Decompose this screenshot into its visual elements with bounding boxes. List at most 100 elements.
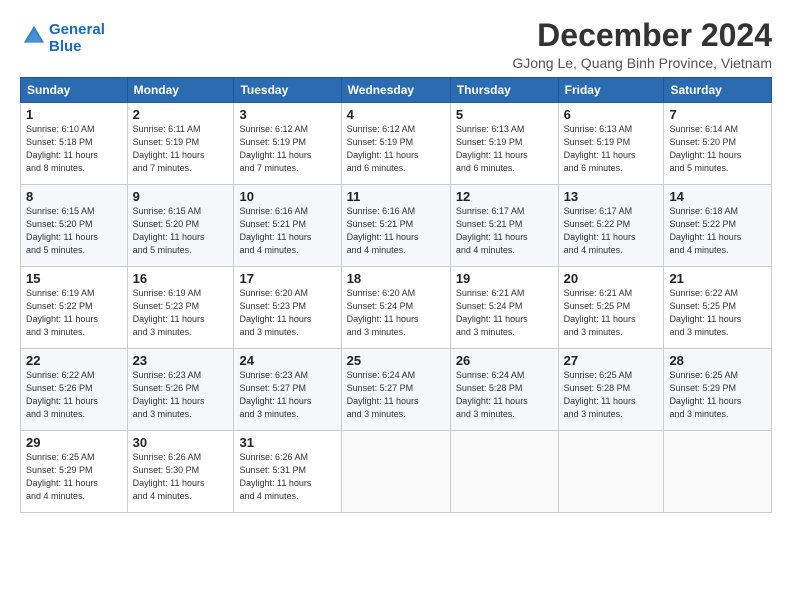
day-number: 3 xyxy=(239,107,335,122)
day-info: Sunrise: 6:17 AM Sunset: 5:21 PM Dayligh… xyxy=(456,205,553,257)
day-info: Sunrise: 6:20 AM Sunset: 5:24 PM Dayligh… xyxy=(347,287,445,339)
calendar-cell: 7Sunrise: 6:14 AM Sunset: 5:20 PM Daylig… xyxy=(664,103,772,185)
day-number: 23 xyxy=(133,353,229,368)
day-number: 15 xyxy=(26,271,122,286)
day-info: Sunrise: 6:14 AM Sunset: 5:20 PM Dayligh… xyxy=(669,123,766,175)
day-info: Sunrise: 6:24 AM Sunset: 5:28 PM Dayligh… xyxy=(456,369,553,421)
calendar-cell: 6Sunrise: 6:13 AM Sunset: 5:19 PM Daylig… xyxy=(558,103,664,185)
calendar-cell: 3Sunrise: 6:12 AM Sunset: 5:19 PM Daylig… xyxy=(234,103,341,185)
day-info: Sunrise: 6:24 AM Sunset: 5:27 PM Dayligh… xyxy=(347,369,445,421)
calendar-cell: 2Sunrise: 6:11 AM Sunset: 5:19 PM Daylig… xyxy=(127,103,234,185)
day-info: Sunrise: 6:16 AM Sunset: 5:21 PM Dayligh… xyxy=(347,205,445,257)
calendar-cell: 25Sunrise: 6:24 AM Sunset: 5:27 PM Dayli… xyxy=(341,349,450,431)
calendar-week-3: 15Sunrise: 6:19 AM Sunset: 5:22 PM Dayli… xyxy=(21,267,772,349)
day-number: 31 xyxy=(239,435,335,450)
day-number: 16 xyxy=(133,271,229,286)
day-info: Sunrise: 6:13 AM Sunset: 5:19 PM Dayligh… xyxy=(564,123,659,175)
calendar-cell: 1Sunrise: 6:10 AM Sunset: 5:18 PM Daylig… xyxy=(21,103,128,185)
calendar-cell: 9Sunrise: 6:15 AM Sunset: 5:20 PM Daylig… xyxy=(127,185,234,267)
calendar-cell: 4Sunrise: 6:12 AM Sunset: 5:19 PM Daylig… xyxy=(341,103,450,185)
day-number: 9 xyxy=(133,189,229,204)
day-number: 18 xyxy=(347,271,445,286)
calendar-table: SundayMondayTuesdayWednesdayThursdayFrid… xyxy=(20,77,772,513)
calendar-cell: 31Sunrise: 6:26 AM Sunset: 5:31 PM Dayli… xyxy=(234,431,341,513)
day-info: Sunrise: 6:21 AM Sunset: 5:24 PM Dayligh… xyxy=(456,287,553,339)
header-saturday: Saturday xyxy=(664,78,772,103)
calendar-week-4: 22Sunrise: 6:22 AM Sunset: 5:26 PM Dayli… xyxy=(21,349,772,431)
calendar-cell: 29Sunrise: 6:25 AM Sunset: 5:29 PM Dayli… xyxy=(21,431,128,513)
day-info: Sunrise: 6:17 AM Sunset: 5:22 PM Dayligh… xyxy=(564,205,659,257)
day-number: 19 xyxy=(456,271,553,286)
calendar-cell: 8Sunrise: 6:15 AM Sunset: 5:20 PM Daylig… xyxy=(21,185,128,267)
day-info: Sunrise: 6:23 AM Sunset: 5:26 PM Dayligh… xyxy=(133,369,229,421)
day-info: Sunrise: 6:15 AM Sunset: 5:20 PM Dayligh… xyxy=(133,205,229,257)
day-number: 7 xyxy=(669,107,766,122)
page-subtitle: GJong Le, Quang Binh Province, Vietnam xyxy=(512,55,772,71)
logo-line2: Blue xyxy=(49,39,105,56)
calendar-cell: 22Sunrise: 6:22 AM Sunset: 5:26 PM Dayli… xyxy=(21,349,128,431)
day-number: 22 xyxy=(26,353,122,368)
calendar-cell: 15Sunrise: 6:19 AM Sunset: 5:22 PM Dayli… xyxy=(21,267,128,349)
calendar-cell: 12Sunrise: 6:17 AM Sunset: 5:21 PM Dayli… xyxy=(450,185,558,267)
day-number: 14 xyxy=(669,189,766,204)
day-number: 2 xyxy=(133,107,229,122)
day-number: 1 xyxy=(26,107,122,122)
day-info: Sunrise: 6:22 AM Sunset: 5:25 PM Dayligh… xyxy=(669,287,766,339)
calendar-week-1: 1Sunrise: 6:10 AM Sunset: 5:18 PM Daylig… xyxy=(21,103,772,185)
day-number: 8 xyxy=(26,189,122,204)
calendar-cell xyxy=(664,431,772,513)
calendar-cell: 30Sunrise: 6:26 AM Sunset: 5:30 PM Dayli… xyxy=(127,431,234,513)
day-info: Sunrise: 6:12 AM Sunset: 5:19 PM Dayligh… xyxy=(347,123,445,175)
header: General Blue December 2024 GJong Le, Qua… xyxy=(20,18,772,71)
title-area: December 2024 GJong Le, Quang Binh Provi… xyxy=(512,18,772,71)
header-monday: Monday xyxy=(127,78,234,103)
day-info: Sunrise: 6:19 AM Sunset: 5:22 PM Dayligh… xyxy=(26,287,122,339)
day-info: Sunrise: 6:25 AM Sunset: 5:29 PM Dayligh… xyxy=(669,369,766,421)
calendar-cell: 10Sunrise: 6:16 AM Sunset: 5:21 PM Dayli… xyxy=(234,185,341,267)
day-info: Sunrise: 6:16 AM Sunset: 5:21 PM Dayligh… xyxy=(239,205,335,257)
day-info: Sunrise: 6:13 AM Sunset: 5:19 PM Dayligh… xyxy=(456,123,553,175)
calendar-cell: 19Sunrise: 6:21 AM Sunset: 5:24 PM Dayli… xyxy=(450,267,558,349)
day-number: 12 xyxy=(456,189,553,204)
calendar-cell: 14Sunrise: 6:18 AM Sunset: 5:22 PM Dayli… xyxy=(664,185,772,267)
calendar-cell: 13Sunrise: 6:17 AM Sunset: 5:22 PM Dayli… xyxy=(558,185,664,267)
calendar-cell: 21Sunrise: 6:22 AM Sunset: 5:25 PM Dayli… xyxy=(664,267,772,349)
calendar-cell: 27Sunrise: 6:25 AM Sunset: 5:28 PM Dayli… xyxy=(558,349,664,431)
calendar-header-row: SundayMondayTuesdayWednesdayThursdayFrid… xyxy=(21,78,772,103)
day-number: 11 xyxy=(347,189,445,204)
day-number: 13 xyxy=(564,189,659,204)
day-info: Sunrise: 6:18 AM Sunset: 5:22 PM Dayligh… xyxy=(669,205,766,257)
day-number: 4 xyxy=(347,107,445,122)
calendar-cell: 11Sunrise: 6:16 AM Sunset: 5:21 PM Dayli… xyxy=(341,185,450,267)
day-number: 27 xyxy=(564,353,659,368)
calendar-cell xyxy=(450,431,558,513)
day-info: Sunrise: 6:25 AM Sunset: 5:29 PM Dayligh… xyxy=(26,451,122,503)
day-info: Sunrise: 6:12 AM Sunset: 5:19 PM Dayligh… xyxy=(239,123,335,175)
day-info: Sunrise: 6:26 AM Sunset: 5:30 PM Dayligh… xyxy=(133,451,229,503)
calendar-cell: 17Sunrise: 6:20 AM Sunset: 5:23 PM Dayli… xyxy=(234,267,341,349)
day-number: 5 xyxy=(456,107,553,122)
calendar-cell: 26Sunrise: 6:24 AM Sunset: 5:28 PM Dayli… xyxy=(450,349,558,431)
day-info: Sunrise: 6:20 AM Sunset: 5:23 PM Dayligh… xyxy=(239,287,335,339)
day-info: Sunrise: 6:19 AM Sunset: 5:23 PM Dayligh… xyxy=(133,287,229,339)
day-info: Sunrise: 6:10 AM Sunset: 5:18 PM Dayligh… xyxy=(26,123,122,175)
calendar-cell: 28Sunrise: 6:25 AM Sunset: 5:29 PM Dayli… xyxy=(664,349,772,431)
day-number: 6 xyxy=(564,107,659,122)
calendar-cell: 18Sunrise: 6:20 AM Sunset: 5:24 PM Dayli… xyxy=(341,267,450,349)
header-wednesday: Wednesday xyxy=(341,78,450,103)
day-number: 28 xyxy=(669,353,766,368)
calendar-cell: 5Sunrise: 6:13 AM Sunset: 5:19 PM Daylig… xyxy=(450,103,558,185)
calendar-cell: 23Sunrise: 6:23 AM Sunset: 5:26 PM Dayli… xyxy=(127,349,234,431)
day-number: 10 xyxy=(239,189,335,204)
logo-line1: General xyxy=(49,22,105,39)
calendar-cell: 20Sunrise: 6:21 AM Sunset: 5:25 PM Dayli… xyxy=(558,267,664,349)
day-info: Sunrise: 6:11 AM Sunset: 5:19 PM Dayligh… xyxy=(133,123,229,175)
calendar-cell xyxy=(341,431,450,513)
calendar-week-2: 8Sunrise: 6:15 AM Sunset: 5:20 PM Daylig… xyxy=(21,185,772,267)
day-info: Sunrise: 6:15 AM Sunset: 5:20 PM Dayligh… xyxy=(26,205,122,257)
header-friday: Friday xyxy=(558,78,664,103)
day-number: 29 xyxy=(26,435,122,450)
day-info: Sunrise: 6:25 AM Sunset: 5:28 PM Dayligh… xyxy=(564,369,659,421)
day-number: 17 xyxy=(239,271,335,286)
day-info: Sunrise: 6:23 AM Sunset: 5:27 PM Dayligh… xyxy=(239,369,335,421)
